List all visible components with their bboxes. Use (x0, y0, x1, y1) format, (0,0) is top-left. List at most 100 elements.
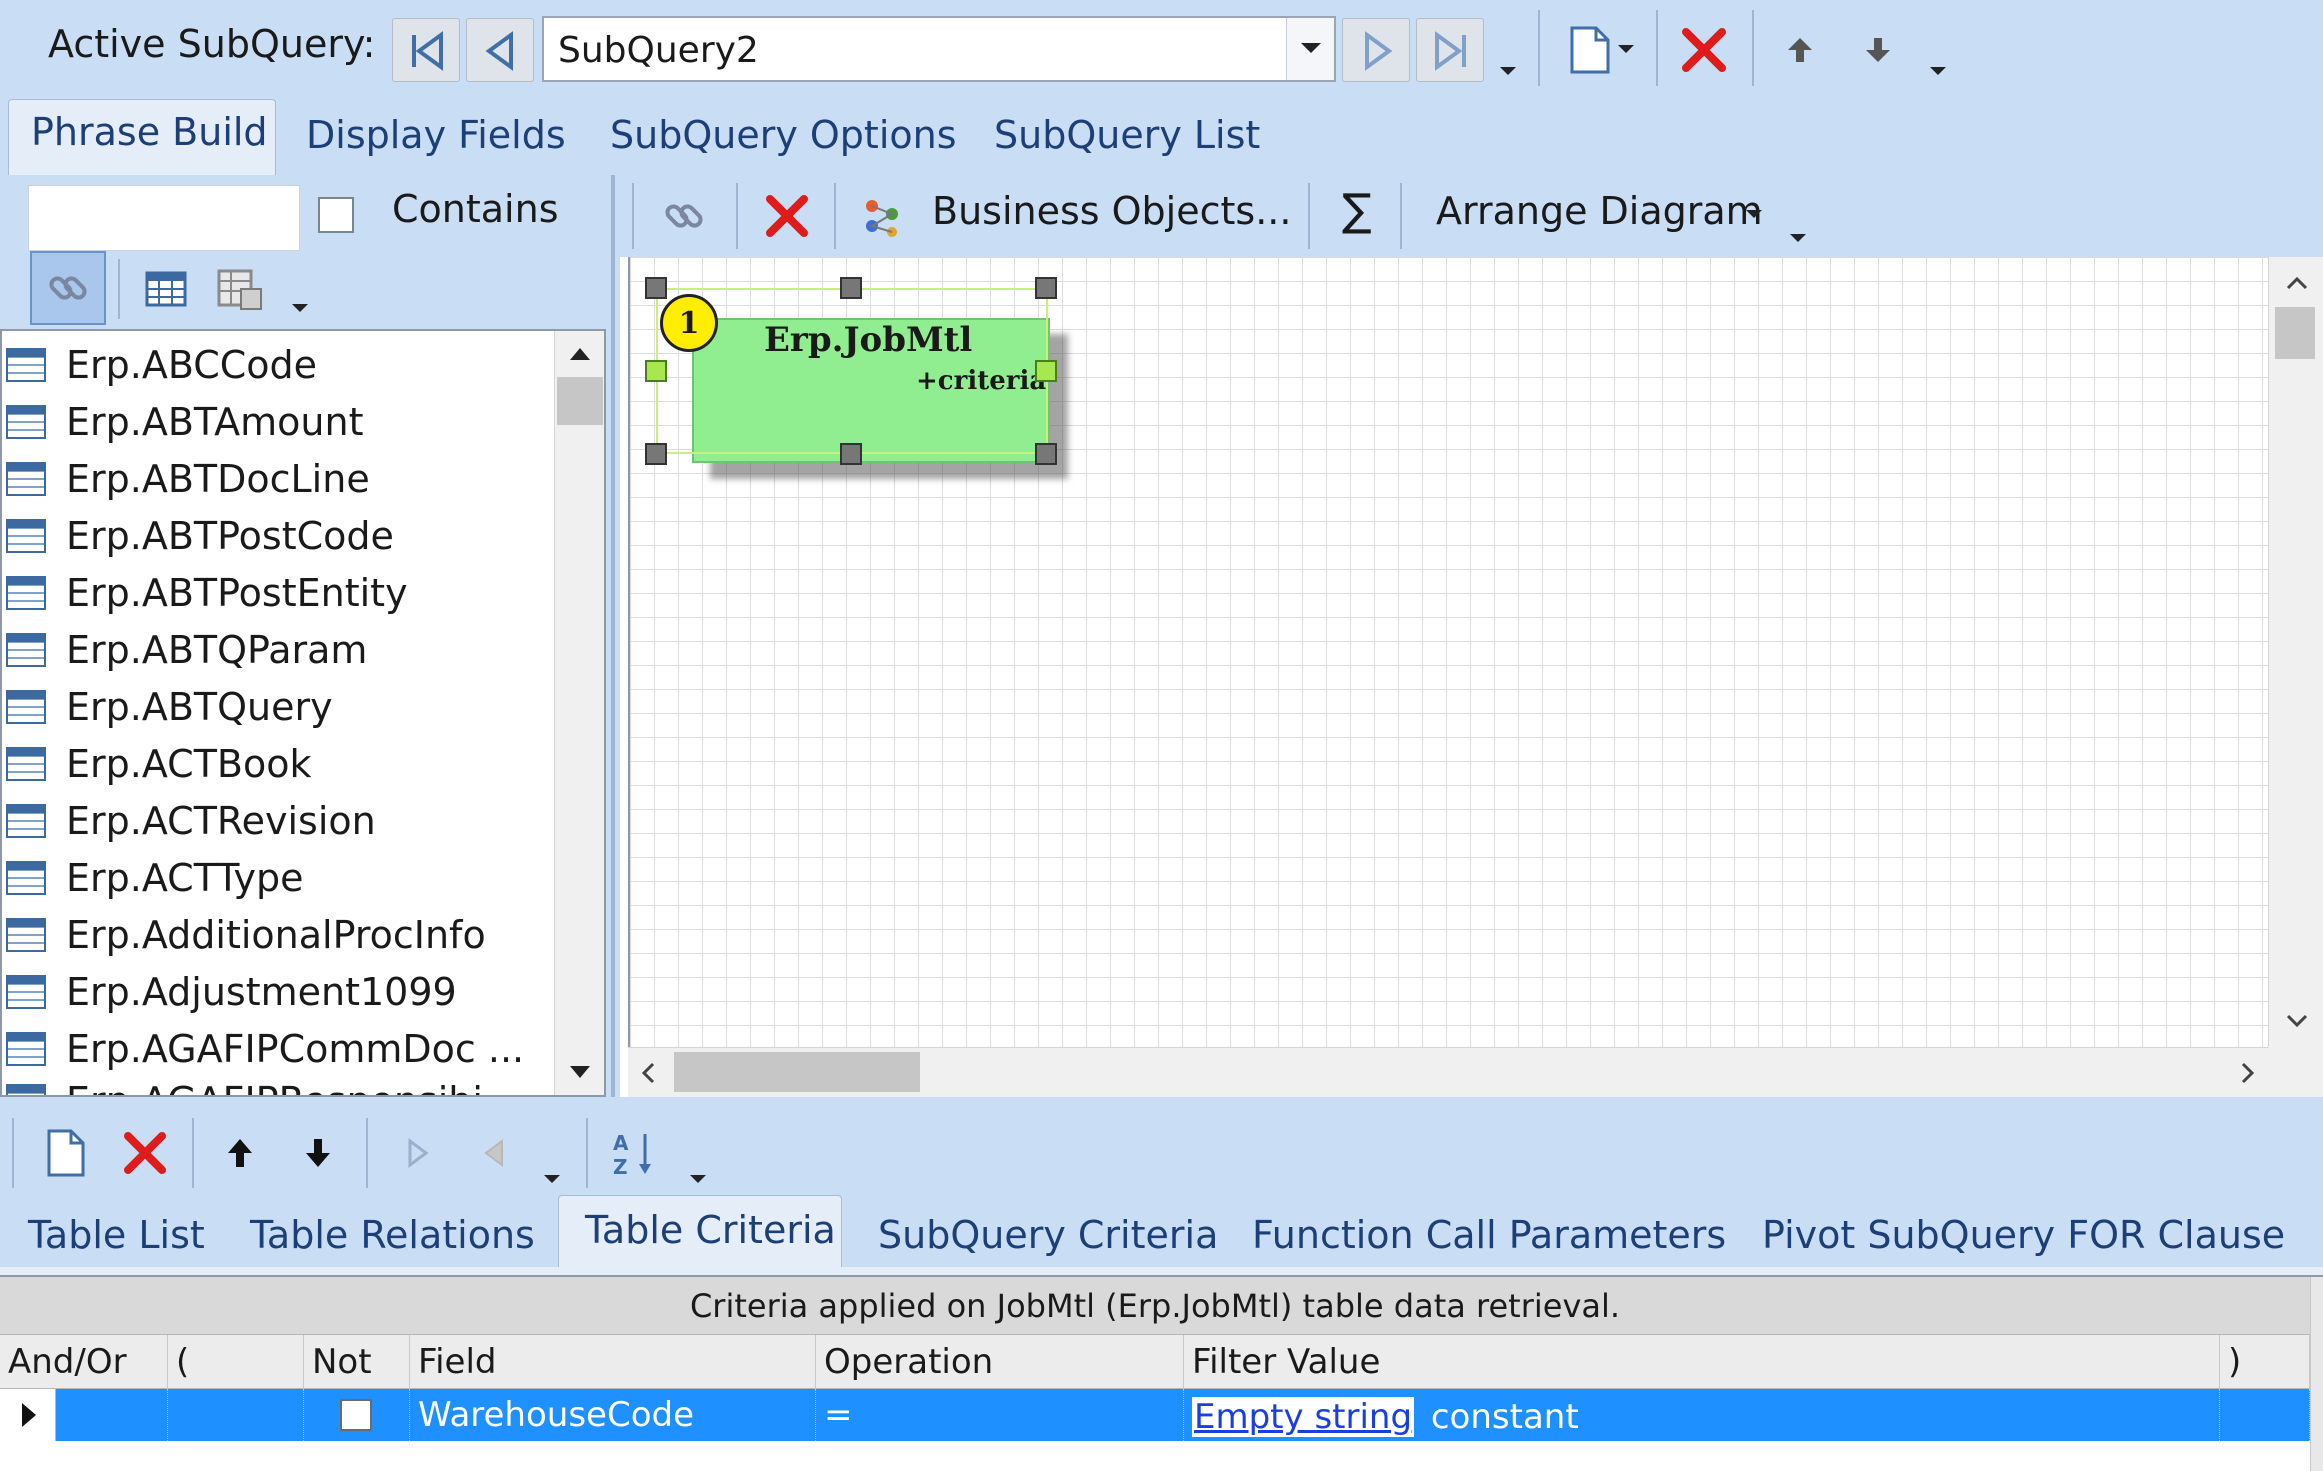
scroll-down-button[interactable] (2269, 1001, 2323, 1041)
list-item[interactable]: Erp.ACTBook (6, 736, 311, 792)
list-item[interactable]: Erp.ACTRevision (6, 793, 376, 849)
scroll-up-button[interactable] (2269, 263, 2323, 303)
resize-handle[interactable] (645, 360, 667, 382)
tab-table-relations[interactable]: Table Relations (250, 1213, 535, 1257)
previous-subquery-button[interactable] (466, 18, 534, 82)
list-item[interactable]: Erp.AGAFIPResponsibi... (6, 1073, 519, 1095)
delete-criteria-button[interactable] (114, 1120, 176, 1186)
tab-subquery-list[interactable]: SubQuery List (994, 113, 1260, 157)
table-list-scrollbar[interactable] (554, 331, 604, 1095)
list-item[interactable]: Erp.ABTQParam (6, 622, 367, 678)
move-up-button[interactable] (1772, 18, 1828, 82)
table-list[interactable]: Erp.ABCCode Erp.ABTAmount Erp.ABTDocLine… (0, 329, 606, 1097)
scroll-down-button[interactable] (555, 1049, 604, 1095)
link-tables-button[interactable] (30, 251, 106, 325)
link-tables-diagram-button[interactable] (654, 185, 714, 247)
cell-not[interactable] (304, 1389, 410, 1441)
diagram-horizontal-scrollbar[interactable] (628, 1047, 2268, 1097)
scroll-up-button[interactable] (555, 331, 604, 377)
tables-view-button[interactable] (136, 259, 196, 319)
sort-button[interactable]: AZ (604, 1120, 668, 1186)
cell-and-or[interactable] (56, 1389, 168, 1441)
business-objects-icon-button[interactable] (852, 185, 912, 247)
table-search-input[interactable] (28, 185, 300, 251)
arrange-diagram-button[interactable]: Arrange Diagram (1436, 189, 1763, 233)
list-item[interactable]: Erp.ABTPostCode (6, 508, 394, 564)
new-subquery-button[interactable] (1560, 18, 1640, 82)
tab-subquery-options[interactable]: SubQuery Options (610, 113, 957, 157)
tab-subquery-criteria[interactable]: SubQuery Criteria (878, 1213, 1218, 1257)
criteria-move-up-button[interactable] (212, 1120, 268, 1186)
business-objects-button[interactable]: Business Objects... (932, 189, 1291, 233)
empty-string-link[interactable]: Empty string (1192, 1397, 1415, 1437)
tab-phrase-build[interactable]: Phrase Build (8, 99, 276, 175)
cell-close-paren[interactable] (2220, 1389, 2310, 1441)
column-header-filter-value[interactable]: Filter Value (1184, 1335, 2220, 1389)
diagram-vertical-scrollbar[interactable] (2268, 257, 2323, 1047)
list-item[interactable]: Erp.AGAFIPCommDoc ... (6, 1021, 524, 1077)
scroll-thumb[interactable] (2275, 307, 2315, 359)
splitter-horizontal[interactable] (0, 1097, 2323, 1110)
tab-display-fields[interactable]: Display Fields (306, 113, 566, 157)
column-header-open-paren[interactable]: ( (168, 1335, 304, 1389)
list-item[interactable]: Erp.ABTDocLine (6, 451, 370, 507)
tab-table-list[interactable]: Table List (28, 1213, 205, 1257)
left-toolbar-overflow-button[interactable] (288, 297, 312, 321)
toolbar-overflow-button-2[interactable] (1926, 60, 1950, 84)
resize-handle[interactable] (840, 443, 862, 465)
criteria-toolbar-overflow-1[interactable] (540, 1168, 564, 1192)
move-down-button[interactable] (1850, 18, 1906, 82)
column-header-not[interactable]: Not (304, 1335, 410, 1389)
aggregate-sum-button[interactable]: ∑ (1342, 185, 1372, 236)
cell-filter-value[interactable]: Empty string constant (1184, 1389, 2220, 1441)
subquery-dropdown-button[interactable] (1286, 18, 1334, 80)
resize-handle[interactable] (1035, 277, 1057, 299)
contains-checkbox[interactable] (318, 197, 354, 233)
outdent-criteria-button[interactable] (466, 1120, 522, 1186)
panel-splitter[interactable] (606, 175, 620, 1097)
list-item[interactable]: Erp.Adjustment1099 (6, 964, 457, 1020)
indent-criteria-button[interactable] (390, 1120, 446, 1186)
list-item[interactable]: Erp.ABCCode (6, 337, 317, 393)
resize-handle[interactable] (645, 277, 667, 299)
cell-operation[interactable]: = (816, 1389, 1184, 1441)
list-item[interactable]: Erp.ABTQuery (6, 679, 333, 735)
arrange-diagram-dropdown[interactable] (1742, 205, 1766, 225)
column-header-close-paren[interactable]: ) (2220, 1335, 2310, 1389)
tab-function-call-parameters[interactable]: Function Call Parameters (1252, 1213, 1726, 1257)
views-button[interactable] (208, 259, 272, 319)
delete-subquery-button[interactable] (1672, 18, 1736, 82)
cell-field[interactable]: WarehouseCode (410, 1389, 816, 1441)
table-row[interactable]: WarehouseCode = Empty string constant (0, 1389, 2310, 1441)
active-subquery-select[interactable]: SubQuery2 (542, 16, 1336, 82)
tab-pivot-subquery-for-clause[interactable]: Pivot SubQuery FOR Clause (1762, 1213, 2285, 1257)
toolbar-overflow-button[interactable] (1496, 60, 1520, 84)
new-criteria-button[interactable] (36, 1120, 96, 1186)
diagram-toolbar-overflow-button[interactable] (1786, 227, 1810, 251)
scroll-left-button[interactable] (628, 1048, 668, 1098)
scroll-right-button[interactable] (2228, 1048, 2268, 1098)
list-item[interactable]: Erp.ACTType (6, 850, 304, 906)
grid-scrollbar[interactable] (2310, 1277, 2323, 1471)
scroll-thumb[interactable] (674, 1052, 920, 1092)
row-selector[interactable] (0, 1389, 56, 1441)
not-checkbox[interactable] (340, 1399, 372, 1431)
criteria-toolbar-overflow-2[interactable] (686, 1168, 710, 1192)
list-item[interactable]: Erp.ABTPostEntity (6, 565, 408, 621)
scroll-thumb[interactable] (557, 377, 603, 425)
cell-open-paren[interactable] (168, 1389, 304, 1441)
resize-handle[interactable] (1035, 443, 1057, 465)
resize-handle[interactable] (840, 277, 862, 299)
column-header-operation[interactable]: Operation (816, 1335, 1184, 1389)
first-subquery-button[interactable] (392, 18, 460, 82)
resize-handle[interactable] (645, 443, 667, 465)
list-item[interactable]: Erp.ABTAmount (6, 394, 364, 450)
column-header-and-or[interactable]: And/Or (0, 1335, 168, 1389)
resize-handle[interactable] (1035, 360, 1057, 382)
column-header-field[interactable]: Field (410, 1335, 816, 1389)
list-item[interactable]: Erp.AdditionalProcInfo (6, 907, 486, 963)
next-subquery-button[interactable] (1342, 18, 1410, 82)
delete-table-button[interactable] (756, 185, 818, 247)
last-subquery-button[interactable] (1416, 18, 1484, 82)
tab-table-criteria[interactable]: Table Criteria (558, 1195, 842, 1267)
